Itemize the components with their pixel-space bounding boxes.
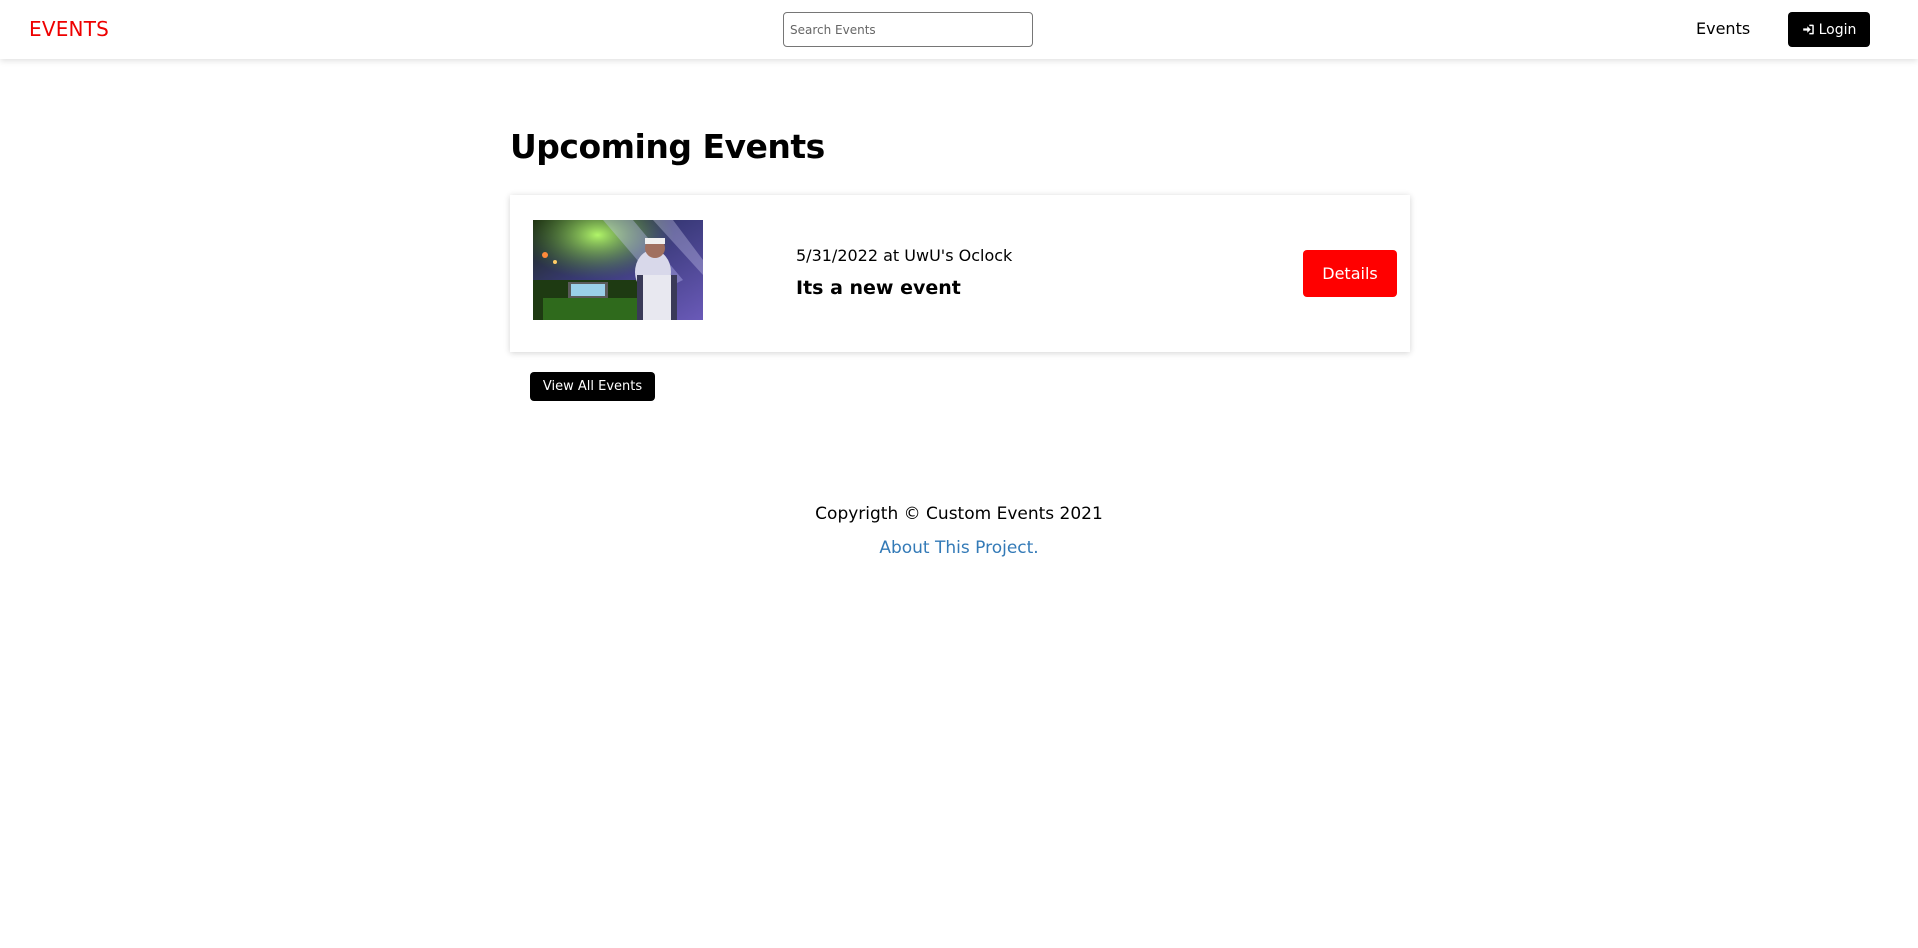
event-title: Its a new event bbox=[796, 277, 961, 299]
event-date-location: 5/31/2022 at UwU's Oclock bbox=[796, 246, 1013, 265]
nav-link-events[interactable]: Events bbox=[1696, 18, 1750, 40]
page-title: Upcoming Events bbox=[510, 127, 825, 166]
event-card: 5/31/2022 at UwU's Oclock Its a new even… bbox=[510, 195, 1410, 352]
search-input[interactable] bbox=[783, 12, 1033, 47]
details-button[interactable]: Details bbox=[1303, 250, 1397, 297]
copyright-text: Copyrigth © Custom Events 2021 bbox=[815, 504, 1103, 524]
event-image bbox=[533, 220, 703, 320]
about-project-link[interactable]: About This Project. bbox=[879, 538, 1038, 558]
login-button[interactable]: Login bbox=[1788, 12, 1870, 47]
view-all-events-button[interactable]: View All Events bbox=[530, 372, 655, 401]
sign-in-icon bbox=[1802, 23, 1815, 36]
navbar: EVENTS Events Login bbox=[0, 0, 1918, 59]
login-label: Login bbox=[1818, 21, 1857, 38]
brand-logo[interactable]: EVENTS bbox=[29, 16, 109, 42]
